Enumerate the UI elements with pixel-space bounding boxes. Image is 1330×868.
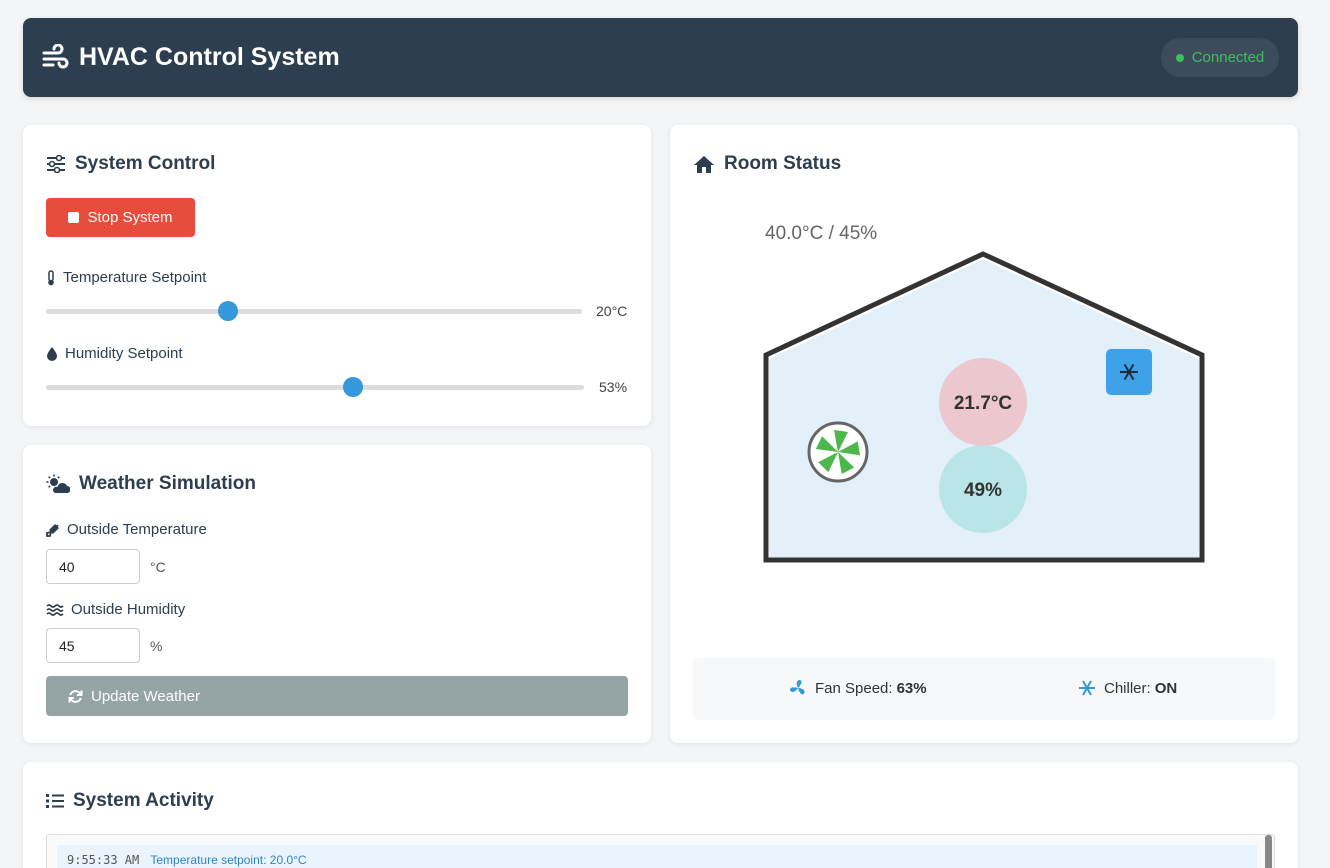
temperature-setpoint-value: 20°C [596,303,628,319]
system-activity-title: System Activity [46,790,214,812]
outside-temperature-label: Outside Temperature [46,521,207,538]
room-status-title: Room Status [693,153,841,175]
room-visualization: 21.7°C 49% [763,251,1205,565]
stop-system-button[interactable]: Stop System [46,198,195,237]
fan-speed-stat: Fan Speed: 63% [789,679,927,697]
log-scrollbar[interactable] [1265,835,1272,868]
app-header: HVAC Control System Connected [23,18,1298,97]
outside-humidity-text: Outside Humidity [71,601,186,618]
humidity-setpoint-label: Humidity Setpoint [46,345,183,362]
weather-simulation-title: Weather Simulation [46,473,256,495]
update-weather-button[interactable]: Update Weather [46,676,628,716]
outside-temperature-unit: °C [150,559,166,575]
chiller-label: Chiller: [1104,679,1151,697]
stop-system-label: Stop System [87,209,173,226]
fan-icon [790,680,805,695]
temperature-setpoint-text: Temperature Setpoint [63,269,207,286]
log-entry: 9:55:33 AM Temperature setpoint: 20.0°C [57,845,1257,868]
home-icon [694,155,714,173]
outside-temperature-text: Outside Temperature [67,521,207,538]
weather-simulation-card: Weather Simulation Outside Temperature °… [23,445,651,743]
list-icon [46,794,64,808]
outside-humidity-input[interactable] [46,628,140,663]
humidity-setpoint-text: Humidity Setpoint [65,345,183,362]
system-control-title-text: System Control [75,153,216,174]
log-message: Temperature setpoint: 20.0°C [150,853,307,867]
chiller-stat: Chiller: ON [1078,679,1177,697]
room-status-card: Room Status 40.0°C / 45% 21.7°C 49% Fan … [670,125,1298,743]
app-title: HVAC Control System [79,43,340,71]
outside-humidity-label: Outside Humidity [46,601,185,618]
humidity-slider[interactable] [46,377,584,397]
connection-status-text: Connected [1191,49,1265,66]
fan-speed-value: 63% [896,679,927,697]
wind-icon [42,43,69,68]
stop-icon [68,212,80,223]
weather-simulation-title-text: Weather Simulation [79,473,257,494]
system-control-title: System Control [46,153,215,175]
outside-temperature-input[interactable] [46,549,140,584]
update-weather-label: Update Weather [91,687,200,705]
chiller-unit [1106,349,1152,395]
fan-icon [807,421,869,483]
snowflake-icon [1079,680,1095,696]
system-control-card: System Control Stop System Temperature S… [23,125,651,426]
sliders-icon [47,155,65,173]
sync-icon [68,689,83,703]
system-activity-card: System Activity 9:55:33 AM Temperature s… [23,762,1298,868]
fan-speed-label: Fan Speed: [815,679,893,697]
log-timestamp: 9:55:33 AM [67,853,140,867]
water-icon [46,603,64,616]
humidity-setpoint-value: 53% [599,379,628,395]
indoor-temperature-value: 21.7°C [954,393,1013,414]
indoor-humidity-value: 49% [964,480,1002,501]
connection-status-badge: Connected [1161,38,1279,77]
humidity-slider-thumb[interactable] [342,377,363,397]
thermometer-icon [48,269,54,285]
temperature-slider-thumb[interactable] [218,301,239,321]
chiller-value: ON [1154,679,1178,697]
system-activity-title-text: System Activity [73,790,214,811]
temperature-high-icon [46,523,59,537]
status-dot [1175,53,1184,62]
outside-humidity-unit: % [150,638,163,654]
droplet-icon [47,347,57,361]
temperature-slider[interactable] [46,301,582,321]
room-status-title-text: Room Status [724,153,842,174]
room-stats-bar: Fan Speed: 63% Chiller: ON [693,658,1275,720]
temperature-setpoint-label: Temperature Setpoint [46,269,206,286]
activity-log[interactable]: 9:55:33 AM Temperature setpoint: 20.0°C [46,834,1275,868]
cloud-sun-icon [46,474,70,493]
